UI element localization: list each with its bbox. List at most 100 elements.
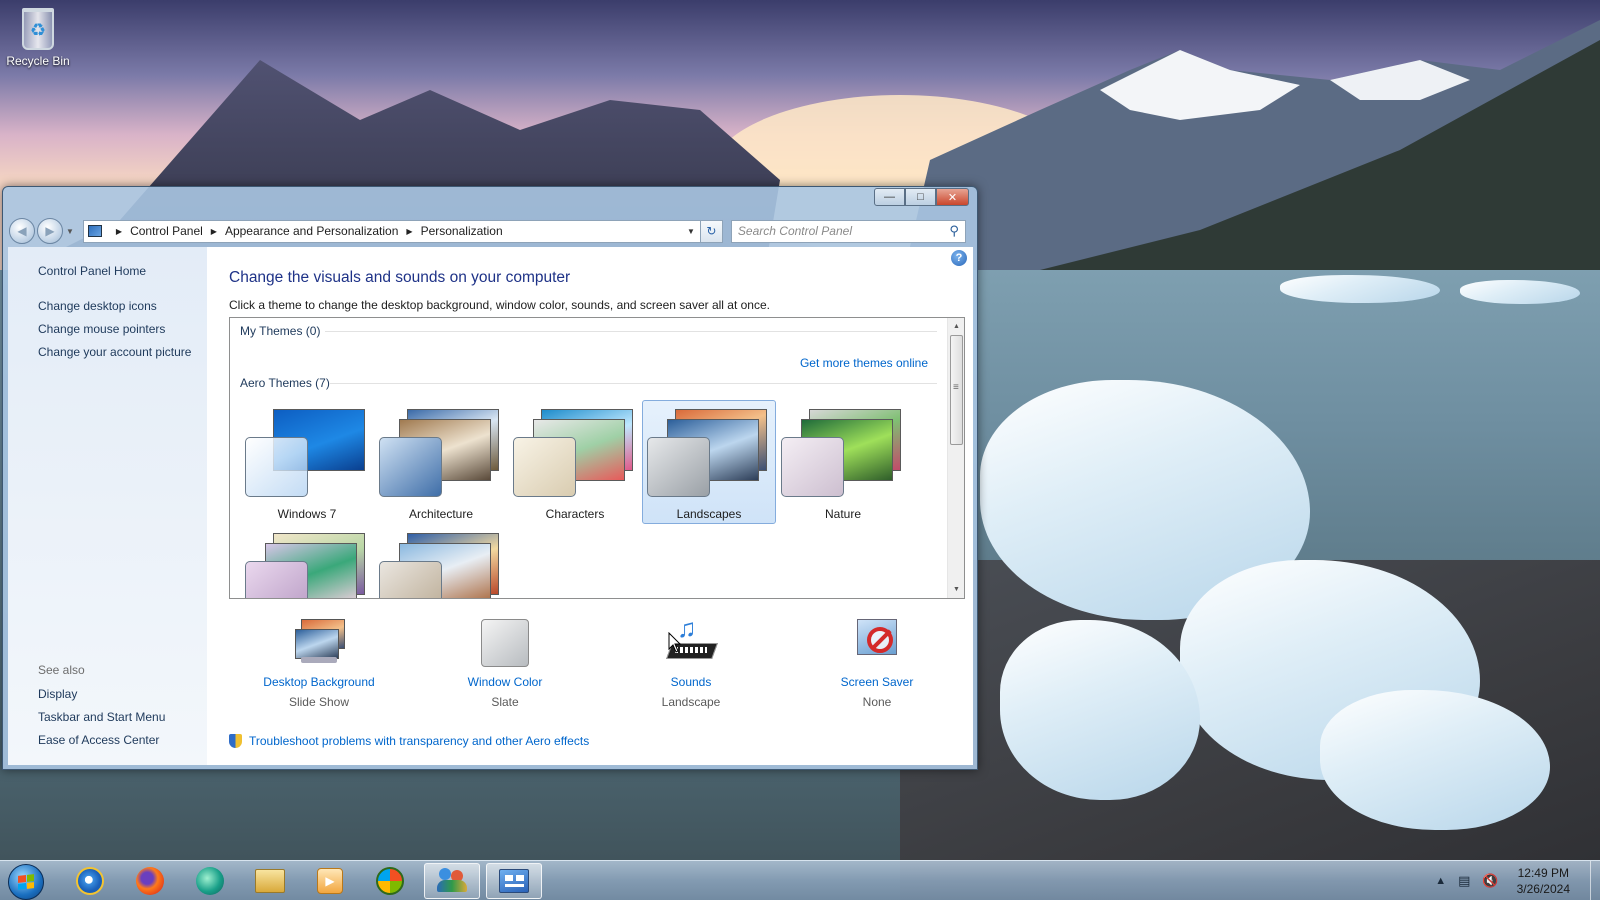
forward-button[interactable]: ▶ (37, 218, 63, 244)
window-color-setting[interactable]: Window Color Slate (425, 617, 585, 709)
theme-united-states[interactable] (374, 524, 508, 598)
link-display[interactable]: Display (38, 687, 77, 701)
address-bar[interactable]: ▶ Control Panel ▶ Appearance and Persona… (82, 219, 701, 243)
theme-settings: Desktop Background Slide Show Window Col… (229, 613, 965, 717)
troubleshoot-row: Troubleshoot problems with transparency … (229, 734, 589, 748)
taskbar-media-player[interactable]: ▶ (302, 863, 358, 899)
theme-name: Characters (545, 507, 605, 521)
show-hidden-icons-icon[interactable]: ▲ (1435, 875, 1446, 887)
link-change-desktop-icons[interactable]: Change desktop icons (38, 299, 157, 313)
taskbar-control-panel[interactable] (486, 863, 542, 899)
search-input[interactable] (737, 224, 938, 238)
link-taskbar-start-menu[interactable]: Taskbar and Start Menu (38, 710, 165, 724)
maximize-button[interactable]: □ (905, 188, 936, 206)
control-panel-icon (499, 869, 529, 893)
browser-icon (196, 867, 224, 895)
sounds-setting[interactable]: ♫ Sounds Landscape (611, 613, 771, 709)
chevron-right-icon[interactable]: ▶ (406, 227, 412, 236)
content-area: Control Panel Home Change desktop icons … (8, 247, 973, 765)
window-color-swatch (379, 437, 442, 497)
theme-name: Nature (824, 507, 862, 521)
taskbar-users[interactable] (424, 863, 480, 899)
link-control-panel-home[interactable]: Control Panel Home (38, 264, 146, 278)
taskbar-internet-explorer[interactable] (62, 863, 118, 899)
main-pane: ? Change the visuals and sounds on your … (207, 247, 973, 765)
recent-pages-dropdown-icon[interactable]: ▼ (66, 227, 74, 236)
system-tray: ▲ ▤ 🔇 12:49 PM 3/26/2024 (1435, 861, 1600, 900)
theme-name: Windows 7 (277, 507, 337, 521)
search-box[interactable]: ⚲ (730, 219, 966, 243)
themes-list: My Themes (0) Get more themes online Aer… (229, 317, 965, 599)
theme-windows-7[interactable]: Windows 7 (240, 400, 374, 524)
users-icon (437, 868, 467, 894)
setting-label[interactable]: Window Color (425, 675, 585, 689)
window-color-swatch (781, 437, 844, 497)
scroll-up-icon[interactable]: ▲ (948, 318, 964, 335)
my-themes-heading: My Themes (0) (240, 324, 321, 338)
wallpaper-ice (1280, 275, 1440, 303)
refresh-button[interactable]: ↻ (700, 219, 723, 243)
setting-label[interactable]: Sounds (611, 675, 771, 689)
breadcrumb-control-panel[interactable]: Control Panel (130, 224, 203, 238)
screen-saver-setting[interactable]: Screen Saver None (797, 617, 957, 709)
address-dropdown-icon[interactable]: ▼ (682, 227, 700, 236)
window-color-swatch (647, 437, 710, 497)
theme-scenes[interactable] (240, 524, 374, 598)
breadcrumb-personalization[interactable]: Personalization (421, 224, 503, 238)
theme-characters[interactable]: Characters (508, 400, 642, 524)
scroll-down-icon[interactable]: ▼ (948, 581, 964, 598)
start-button[interactable] (8, 864, 44, 900)
recycle-bin-label: Recycle Bin (6, 54, 70, 68)
search-icon[interactable]: ⚲ (949, 223, 959, 239)
window-color-swatch (245, 561, 308, 598)
recycle-bin-icon (22, 8, 54, 50)
setting-label[interactable]: Screen Saver (797, 675, 957, 689)
chevron-right-icon[interactable]: ▶ (211, 227, 217, 236)
desktop-background-setting[interactable]: Desktop Background Slide Show (239, 617, 399, 709)
internet-explorer-icon (76, 867, 104, 895)
minimize-button[interactable]: — (874, 188, 905, 206)
group-divider (330, 383, 937, 384)
link-ease-of-access[interactable]: Ease of Access Center (38, 733, 159, 747)
taskbar-firefox[interactable] (122, 863, 178, 899)
screen-saver-icon (849, 617, 905, 669)
scrollbar-thumb[interactable] (950, 335, 963, 445)
taskbar-windows-update[interactable] (362, 863, 418, 899)
left-pane: Control Panel Home Change desktop icons … (8, 247, 207, 765)
windows-explorer-icon (255, 869, 285, 893)
chevron-right-icon[interactable]: ▶ (116, 227, 122, 236)
volume-muted-icon[interactable]: 🔇 (1482, 873, 1498, 889)
theme-nature[interactable]: Nature (776, 400, 910, 524)
personalization-window: — □ ✕ ◀ ▶ ▼ ▶ Control Panel ▶ Appearance… (2, 186, 978, 770)
vertical-scrollbar[interactable]: ▲ ▼ (947, 318, 964, 598)
setting-value: Landscape (661, 695, 721, 709)
title-bar[interactable]: — □ ✕ (3, 187, 977, 217)
link-change-account-picture[interactable]: Change your account picture (38, 345, 191, 359)
back-button[interactable]: ◀ (9, 218, 35, 244)
windows-logo-icon (376, 867, 404, 895)
get-more-themes-link[interactable]: Get more themes online (800, 356, 928, 370)
taskbar: ▶ ▲ ▤ 🔇 12:49 PM 3/26/2024 (0, 860, 1600, 900)
clock[interactable]: 12:49 PM 3/26/2024 (1517, 865, 1570, 897)
taskbar-browser[interactable] (182, 863, 238, 899)
clock-date: 3/26/2024 (1516, 882, 1570, 896)
link-change-mouse-pointers[interactable]: Change mouse pointers (38, 322, 165, 336)
setting-label[interactable]: Desktop Background (239, 675, 399, 689)
taskbar-windows-explorer[interactable] (242, 863, 298, 899)
theme-architecture[interactable]: Architecture (374, 400, 508, 524)
network-icon[interactable]: ▤ (1458, 873, 1470, 889)
firefox-icon (136, 867, 164, 895)
theme-landscapes[interactable]: Landscapes (642, 400, 776, 524)
show-desktop-button[interactable] (1590, 861, 1600, 900)
breadcrumb-appearance[interactable]: Appearance and Personalization (225, 224, 398, 238)
recycle-bin[interactable]: Recycle Bin (6, 6, 70, 68)
close-button[interactable]: ✕ (936, 188, 969, 206)
window-color-icon (477, 617, 533, 669)
window-color-swatch (379, 561, 442, 598)
help-icon[interactable]: ? (951, 250, 967, 266)
page-subtitle: Click a theme to change the desktop back… (229, 298, 770, 312)
troubleshoot-link[interactable]: Troubleshoot problems with transparency … (249, 734, 589, 748)
media-player-icon: ▶ (317, 868, 343, 894)
shield-icon (229, 734, 242, 748)
page-title: Change the visuals and sounds on your co… (229, 269, 571, 286)
